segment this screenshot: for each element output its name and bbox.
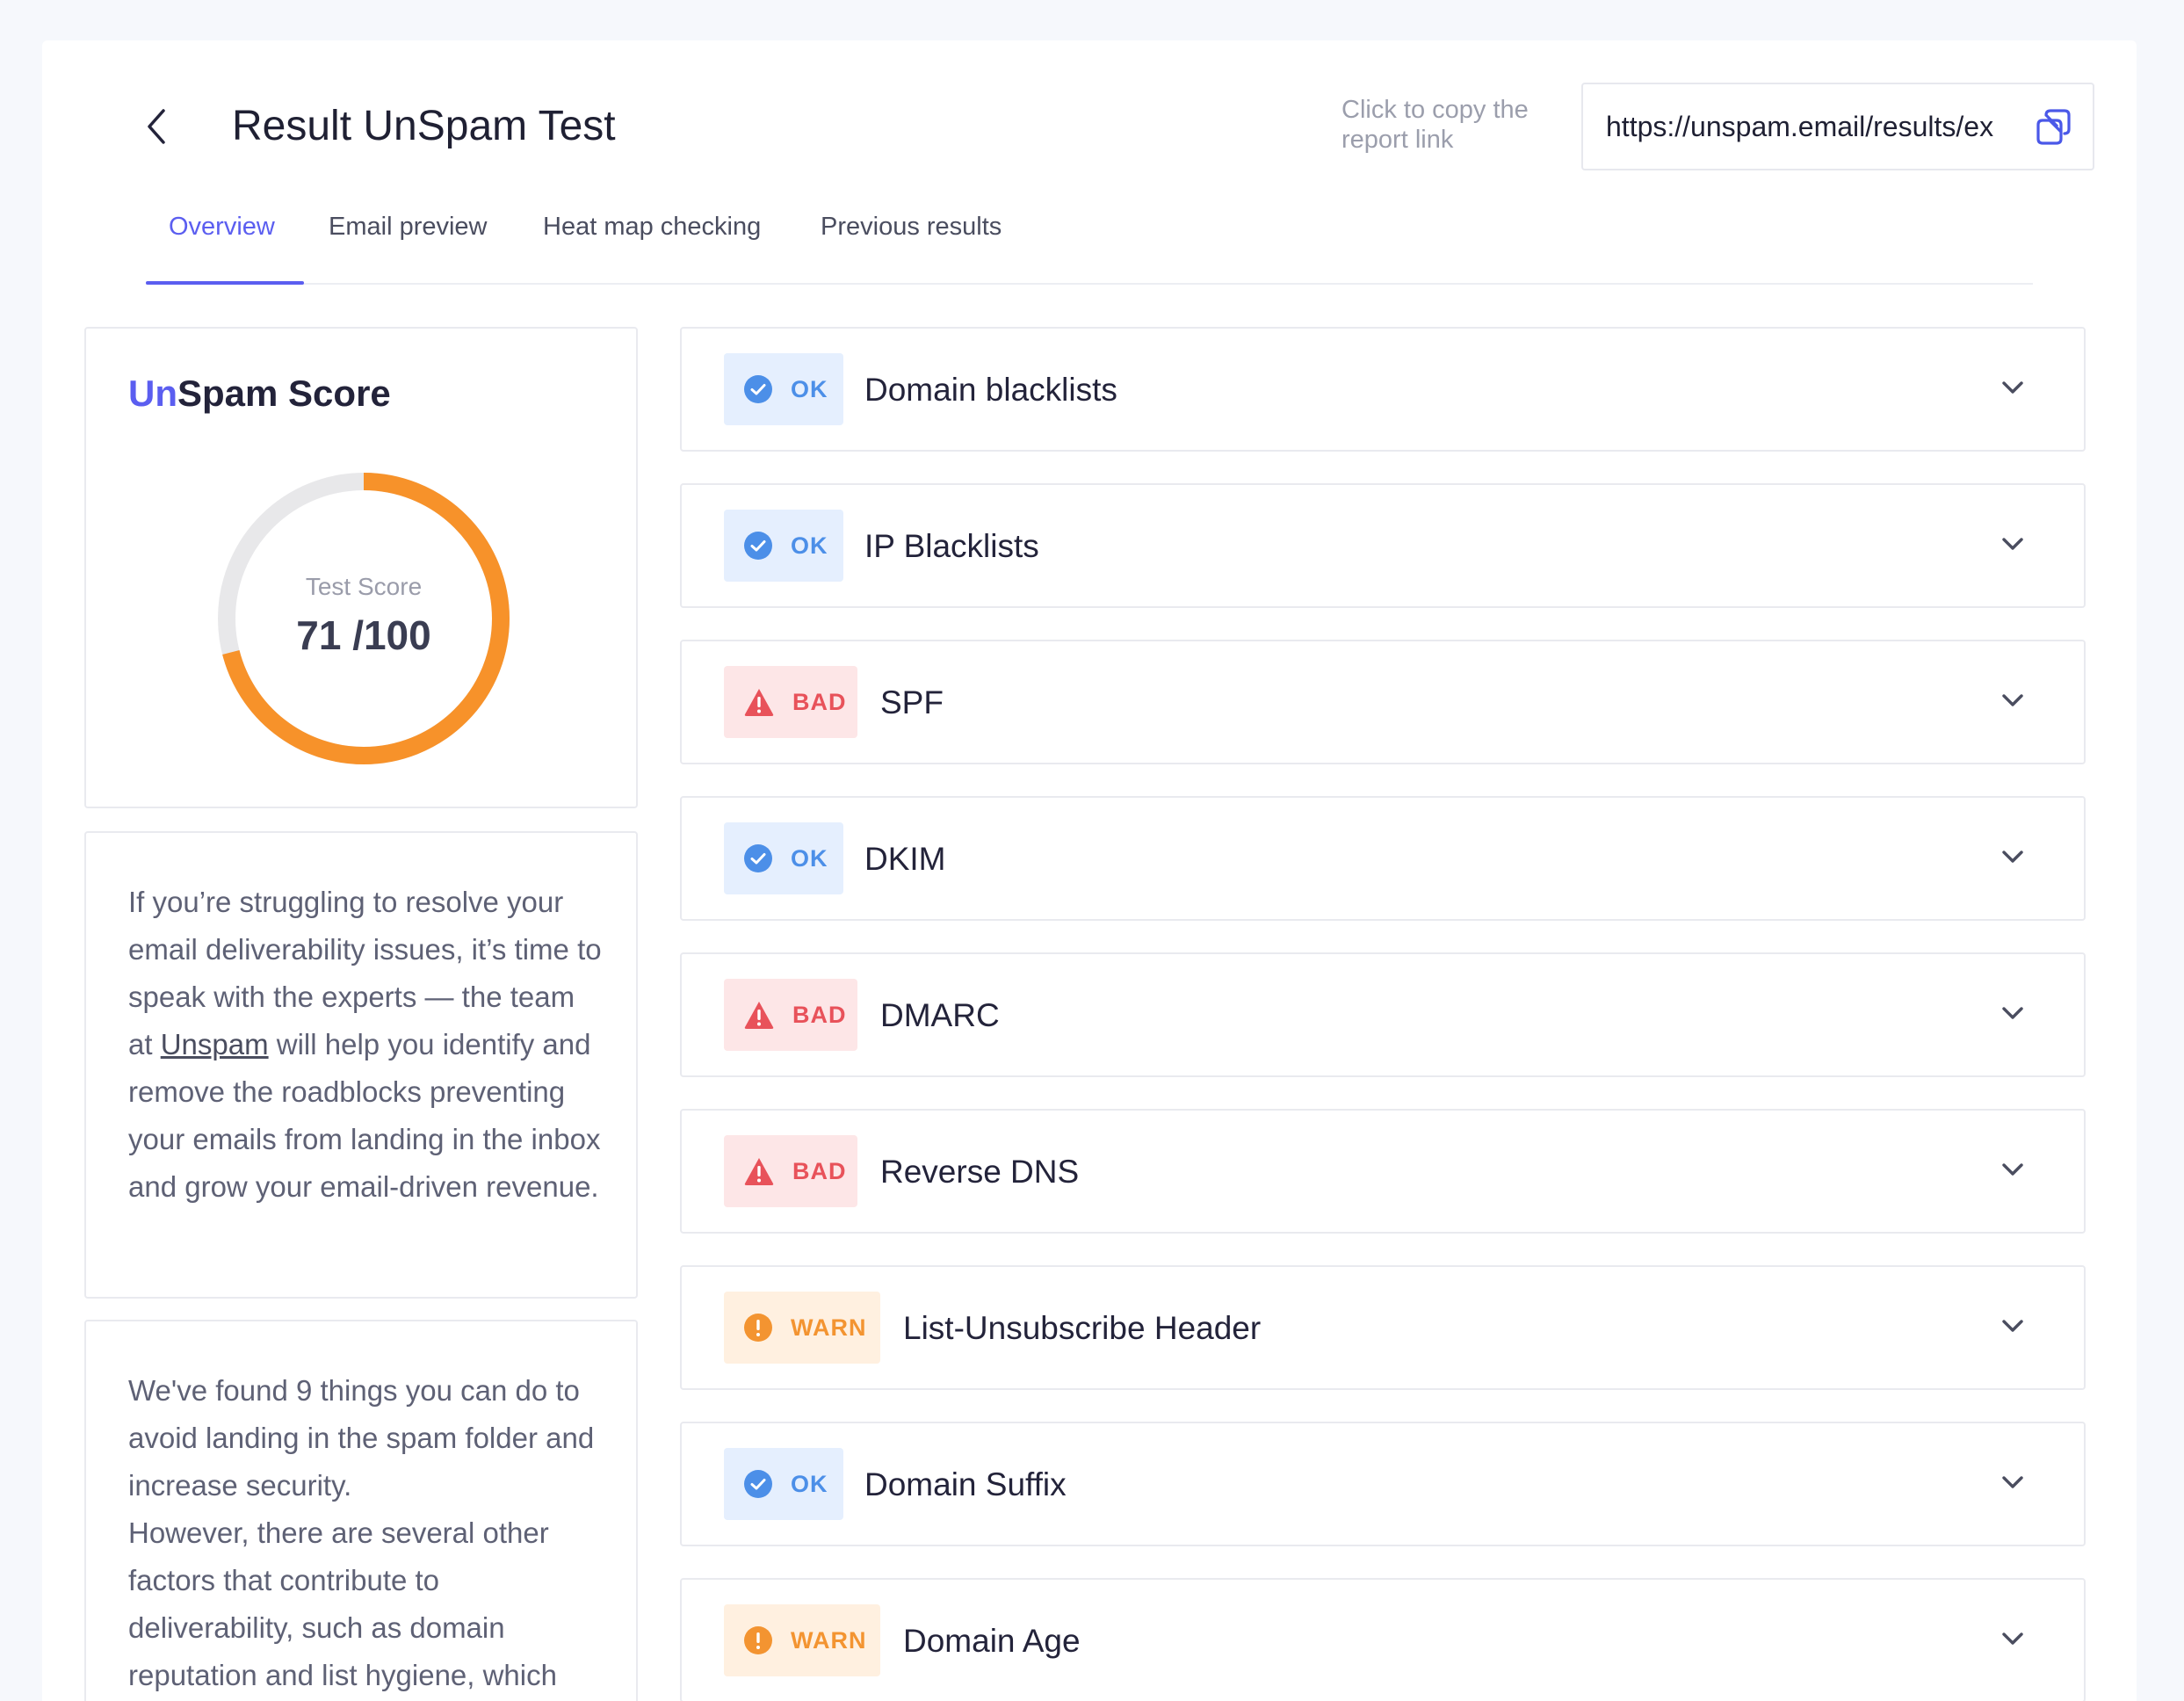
check-circle-icon [744,375,772,403]
warning-triangle-icon [744,689,774,716]
warning-triangle-icon [744,1158,774,1185]
status-badge: BAD [724,666,857,738]
copy-icon[interactable] [2033,107,2073,148]
score-title: UnSpam Score [128,373,391,415]
check-label: Reverse DNS [880,1154,1080,1190]
report-link-text: https://unspam.email/results/ex [1606,110,1994,142]
score-gauge: Test Score 71 /100 [216,471,511,766]
check-row-spf[interactable]: BAD SPF [680,640,2086,764]
page-title: Result UnSpam Test [232,103,616,149]
check-circle-icon [744,532,772,560]
check-circle-icon [744,1470,772,1498]
status-badge-text: BAD [792,1157,847,1184]
chevron-down-icon[interactable] [1998,1624,2028,1654]
score-label: Test Score [305,573,423,600]
check-label: IP Blacklists [864,528,1039,564]
unspam-link[interactable]: Unspam [161,1028,269,1060]
check-label: Domain Suffix [864,1466,1067,1502]
findings-text-line2: However, there are several other factors… [128,1516,557,1691]
status-badge: OK [724,822,843,894]
status-badge-text: OK [791,375,828,402]
check-label: DMARC [880,997,1000,1033]
status-badge: WARN [724,1604,880,1676]
status-badge-text: WARN [791,1626,867,1654]
status-badge-text: BAD [792,1001,847,1028]
chevron-down-icon[interactable] [1998,842,2028,872]
report-link-field[interactable]: https://unspam.email/results/ex [1581,83,2094,170]
status-badge-text: BAD [792,688,847,715]
chevron-down-icon[interactable] [1998,1467,2028,1497]
status-badge-text: OK [791,1470,828,1497]
check-row-dkim[interactable]: OK DKIM [680,796,2086,921]
check-row-reverse-dns[interactable]: BAD Reverse DNS [680,1109,2086,1234]
score-title-rest: Spam Score [177,373,391,414]
active-tab-indicator [146,281,304,285]
chevron-down-icon[interactable] [1998,1311,2028,1341]
tab-bar: Overview Email preview Heat map checking… [146,200,2033,285]
expert-help-panel: If you’re struggling to resolve your ema… [84,831,638,1299]
check-row-domain-blacklists[interactable]: OK Domain blacklists [680,327,2086,452]
warning-triangle-icon [744,1002,774,1029]
chevron-down-icon[interactable] [1998,529,2028,559]
check-label: SPF [880,684,944,720]
check-row-dmarc[interactable]: BAD DMARC [680,952,2086,1077]
tab-overview[interactable]: Overview [169,200,275,285]
chevron-down-icon[interactable] [1998,998,2028,1028]
copy-link-hint: Click to copy the report link [1341,96,1529,154]
check-row-ip-blacklists[interactable]: OK IP Blacklists [680,483,2086,608]
status-badge: OK [724,353,843,425]
status-badge-text: OK [791,532,828,559]
status-badge: WARN [724,1292,880,1364]
check-label: Domain blacklists [864,372,1117,408]
check-row-domain-age[interactable]: WARN Domain Age [680,1578,2086,1701]
check-row-domain-suffix[interactable]: OK Domain Suffix [680,1422,2086,1546]
status-badge: OK [724,1448,843,1520]
status-badge: BAD [724,1135,857,1207]
chevron-down-icon[interactable] [1998,373,2028,402]
check-row-list-unsubscribe-header[interactable]: WARN List-Unsubscribe Header [680,1265,2086,1390]
tab-previous-results[interactable]: Previous results [821,200,1002,285]
score-panel: UnSpam Score Test Score 71 /100 [84,327,638,808]
expert-help-text: If you’re struggling to resolve your ema… [128,879,603,1211]
score-value: 71 /100 [296,612,431,658]
score-title-accent: Un [128,373,177,414]
check-label: DKIM [864,841,946,877]
check-label: List-Unsubscribe Header [903,1310,1262,1346]
exclamation-circle-icon [744,1314,772,1342]
check-circle-icon [744,844,772,872]
back-button[interactable] [139,98,174,155]
findings-text: We've found 9 things you can do to avoid… [128,1367,603,1699]
chevron-left-icon [148,109,165,144]
check-label: Domain Age [903,1623,1081,1659]
exclamation-circle-icon [744,1626,772,1654]
chevron-down-icon[interactable] [1998,685,2028,715]
tab-heat-map-checking[interactable]: Heat map checking [543,200,761,285]
tab-email-preview[interactable]: Email preview [329,200,488,285]
chevron-down-icon[interactable] [1998,1155,2028,1184]
status-badge: OK [724,510,843,582]
findings-text-line1: We've found 9 things you can do to avoid… [128,1374,595,1502]
status-badge-text: OK [791,844,828,872]
status-badge-text: WARN [791,1314,867,1341]
findings-panel: We've found 9 things you can do to avoid… [84,1320,638,1701]
status-badge: BAD [724,979,857,1051]
